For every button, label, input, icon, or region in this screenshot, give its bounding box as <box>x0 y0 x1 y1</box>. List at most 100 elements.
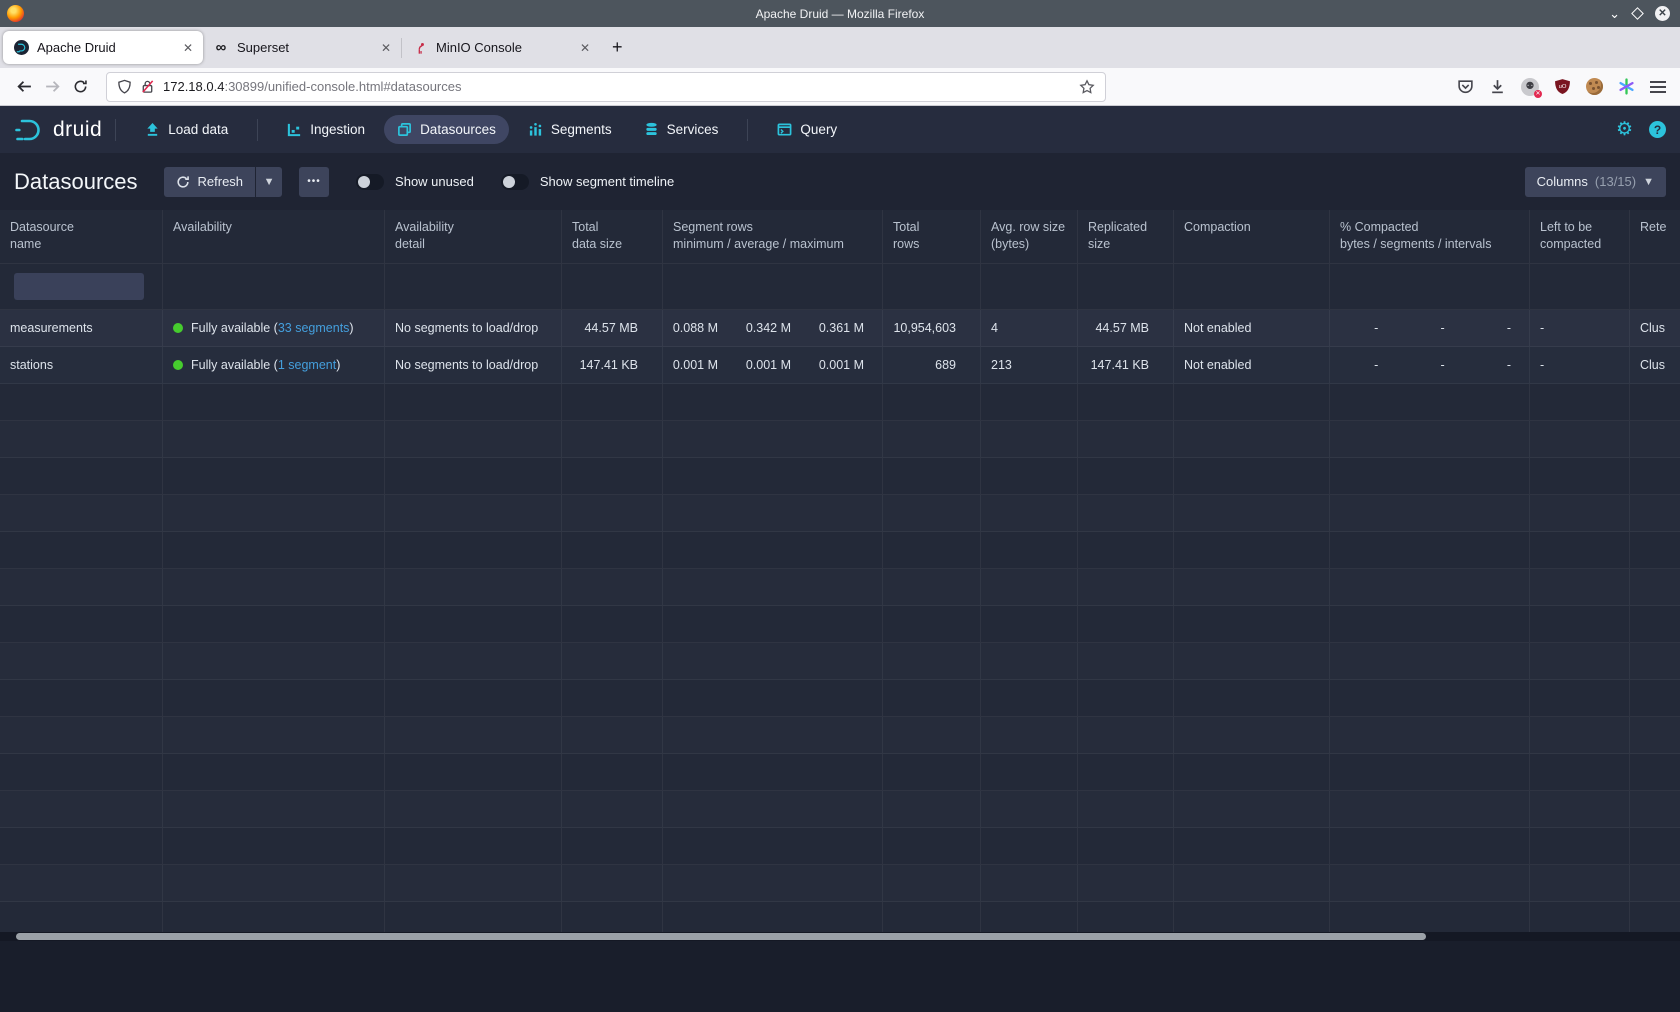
bookmark-star-icon[interactable] <box>1079 79 1095 95</box>
empty-cell <box>562 717 663 753</box>
empty-cell <box>883 902 981 932</box>
url-bar[interactable]: 172.18.0.4:30899/unified-console.html#da… <box>106 72 1106 102</box>
column-header[interactable]: Replicatedsize <box>1078 210 1174 263</box>
empty-cell <box>663 569 883 605</box>
table-header-row: DatasourcenameAvailabilityAvailabilityde… <box>0 210 1680 264</box>
ublock-origin-icon[interactable]: uO <box>1554 78 1571 95</box>
empty-cell <box>385 532 562 568</box>
toggle-knob <box>358 176 370 188</box>
empty-cell <box>1078 791 1174 827</box>
column-header[interactable]: Totaldata size <box>562 210 663 263</box>
empty-cell <box>663 606 883 642</box>
new-tab-button[interactable]: + <box>612 37 623 58</box>
empty-cell <box>385 569 562 605</box>
back-button[interactable] <box>10 73 38 101</box>
empty-cell <box>1078 532 1174 568</box>
menu-hamburger-icon[interactable] <box>1650 78 1666 96</box>
help-icon[interactable]: ? <box>1649 121 1666 138</box>
horizontal-scrollbar-thumb[interactable] <box>16 933 1426 940</box>
tracking-protection-shield-icon[interactable] <box>117 79 132 94</box>
column-header[interactable]: Segment rowsminimum / average / maximum <box>663 210 883 263</box>
show-unused-toggle[interactable] <box>356 174 384 190</box>
window-maximize-icon[interactable] <box>1631 7 1644 20</box>
availability-detail-cell: No segments to load/drop <box>385 310 562 346</box>
filter-cell <box>1174 264 1330 309</box>
druid-favicon <box>13 40 29 56</box>
column-header[interactable]: Availabilitydetail <box>385 210 562 263</box>
column-header[interactable]: Datasourcename <box>0 210 163 263</box>
downloads-icon[interactable] <box>1489 78 1506 95</box>
empty-cell <box>1630 828 1680 864</box>
minio-favicon <box>412 40 428 56</box>
show-segment-timeline-toggle[interactable] <box>501 174 529 190</box>
window-close-icon[interactable]: ✕ <box>1655 6 1670 21</box>
empty-cell <box>385 384 562 420</box>
empty-cell <box>1078 902 1174 932</box>
window-minimize-icon[interactable]: ⌄ <box>1609 9 1620 19</box>
empty-cell <box>1530 828 1630 864</box>
column-header[interactable]: Avg. row size(bytes) <box>981 210 1078 263</box>
url-text: 172.18.0.4:30899/unified-console.html#da… <box>163 79 462 94</box>
empty-cell <box>1630 902 1680 932</box>
nav-item-ingestion[interactable]: Ingestion <box>274 115 378 144</box>
empty-cell <box>663 421 883 457</box>
column-header[interactable]: Totalrows <box>883 210 981 263</box>
more-actions-button[interactable]: ••• <box>299 167 329 197</box>
tab-close-icon[interactable]: ✕ <box>183 41 193 55</box>
datasource-name-filter-input[interactable] <box>14 273 144 300</box>
insecure-lock-icon[interactable] <box>140 79 155 94</box>
left-to-be-compacted-cell: - <box>1530 310 1630 346</box>
empty-cell <box>981 791 1078 827</box>
empty-cell <box>385 495 562 531</box>
column-header[interactable]: Compaction <box>1174 210 1330 263</box>
druid-brand[interactable]: druid <box>14 116 102 144</box>
pocket-icon[interactable] <box>1457 78 1474 95</box>
empty-cell <box>1630 532 1680 568</box>
forward-button[interactable] <box>38 73 66 101</box>
empty-table-row <box>0 495 1680 532</box>
reload-button[interactable] <box>66 73 94 101</box>
nav-item-services[interactable]: Services <box>631 115 732 144</box>
nav-item-segments[interactable]: Segments <box>515 115 625 144</box>
segments-link[interactable]: 33 segments <box>278 321 350 335</box>
refresh-button[interactable]: Refresh <box>164 167 256 197</box>
segments-link[interactable]: 1 segment <box>278 358 336 372</box>
empty-cell <box>1174 717 1330 753</box>
empty-cell <box>0 680 163 716</box>
empty-cell <box>1174 754 1330 790</box>
settings-gear-icon[interactable]: ⚙ <box>1616 118 1633 141</box>
tab-close-icon[interactable]: ✕ <box>580 41 590 55</box>
empty-cell <box>1078 606 1174 642</box>
tab-superset[interactable]: ∞ Superset ✕ <box>203 31 401 64</box>
empty-cell <box>0 421 163 457</box>
empty-cell <box>385 458 562 494</box>
nav-item-datasources[interactable]: Datasources <box>384 115 509 144</box>
columns-selector-button[interactable]: Columns (13/15) ▼ <box>1525 167 1666 197</box>
empty-cell <box>385 828 562 864</box>
colorful-asterisk-extension-icon[interactable] <box>1618 78 1635 95</box>
empty-table-row <box>0 532 1680 569</box>
column-header[interactable]: % Compactedbytes / segments / intervals <box>1330 210 1530 263</box>
refresh-dropdown-button[interactable]: ▼ <box>256 167 282 197</box>
tab-label: MinIO Console <box>436 40 522 55</box>
toggle-label: Show segment timeline <box>540 174 674 189</box>
column-header[interactable]: Left to becompacted <box>1530 210 1630 263</box>
column-header[interactable]: Availability <box>163 210 385 263</box>
empty-cell <box>163 680 385 716</box>
tab-close-icon[interactable]: ✕ <box>381 41 391 55</box>
extension-icon[interactable]: ⚉✕ <box>1521 78 1539 96</box>
column-header[interactable]: Rete <box>1630 210 1680 263</box>
empty-cell <box>883 865 981 901</box>
empty-cell <box>385 791 562 827</box>
tab-apache-druid[interactable]: Apache Druid ✕ <box>3 31 203 64</box>
empty-cell <box>562 606 663 642</box>
empty-cell <box>1330 495 1530 531</box>
nav-item-load-data[interactable]: Load data <box>132 115 241 144</box>
empty-cell <box>1630 643 1680 679</box>
nav-item-query[interactable]: Query <box>764 115 850 144</box>
cookie-extension-icon[interactable] <box>1586 78 1603 95</box>
firefox-icon <box>7 5 24 22</box>
empty-cell <box>981 495 1078 531</box>
empty-table-row <box>0 828 1680 865</box>
tab-minio-console[interactable]: MinIO Console ✕ <box>402 31 600 64</box>
